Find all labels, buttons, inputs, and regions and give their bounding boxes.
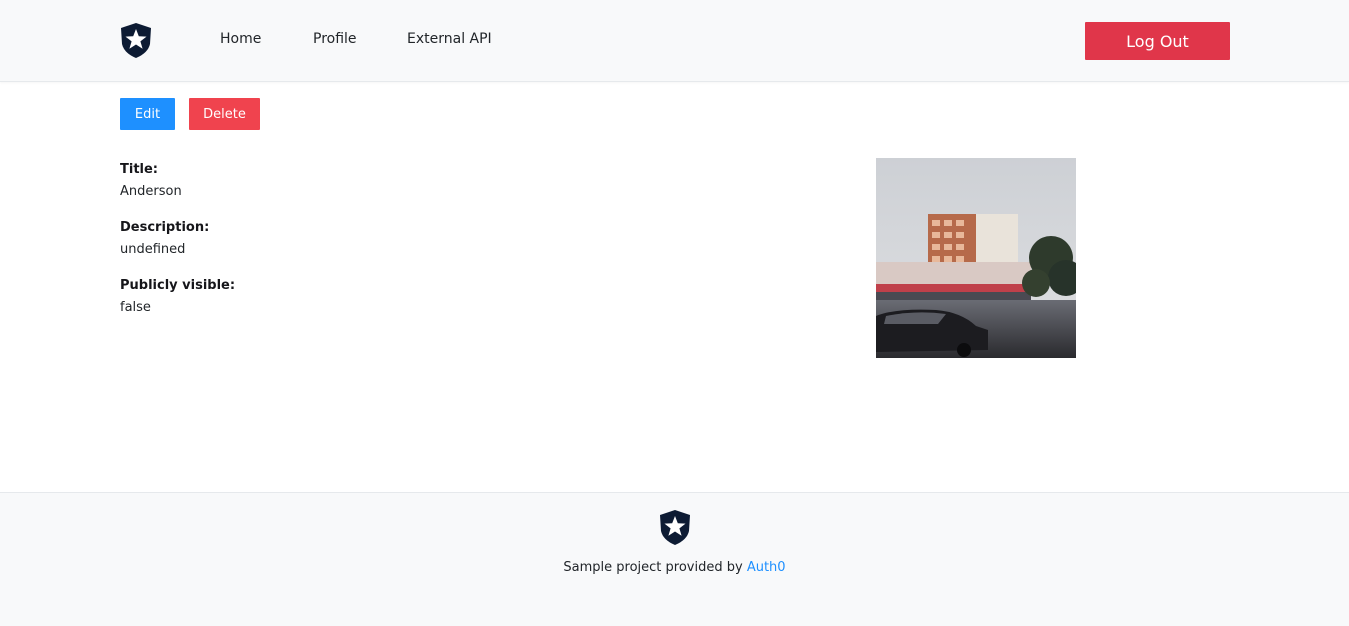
footer-credit: Sample project provided by Auth0 [0,560,1349,575]
visibility-label: Publicly visible: [120,278,236,293]
nav-link-profile[interactable]: Profile [313,30,357,48]
title-value: Anderson [120,184,182,199]
auth0-link[interactable]: Auth0 [747,560,786,575]
title-label: Title: [120,162,159,177]
visibility-value: false [120,300,151,315]
description-label: Description: [120,220,210,235]
description-value: undefined [120,242,186,257]
logout-button[interactable]: Log Out [1085,22,1230,60]
nav-link-external-api[interactable]: External API [407,30,492,48]
item-photo [876,158,1076,358]
top-navbar: Home Profile External API Log Out [0,0,1349,82]
delete-button[interactable]: Delete [189,98,260,130]
footer-credit-text: Sample project provided by [563,560,743,575]
nav-link-home[interactable]: Home [220,30,261,48]
auth0-logo-icon [660,510,690,545]
edit-button[interactable]: Edit [120,98,175,130]
page-footer: Sample project provided by Auth0 [0,492,1349,626]
auth0-logo-icon[interactable] [119,22,153,59]
